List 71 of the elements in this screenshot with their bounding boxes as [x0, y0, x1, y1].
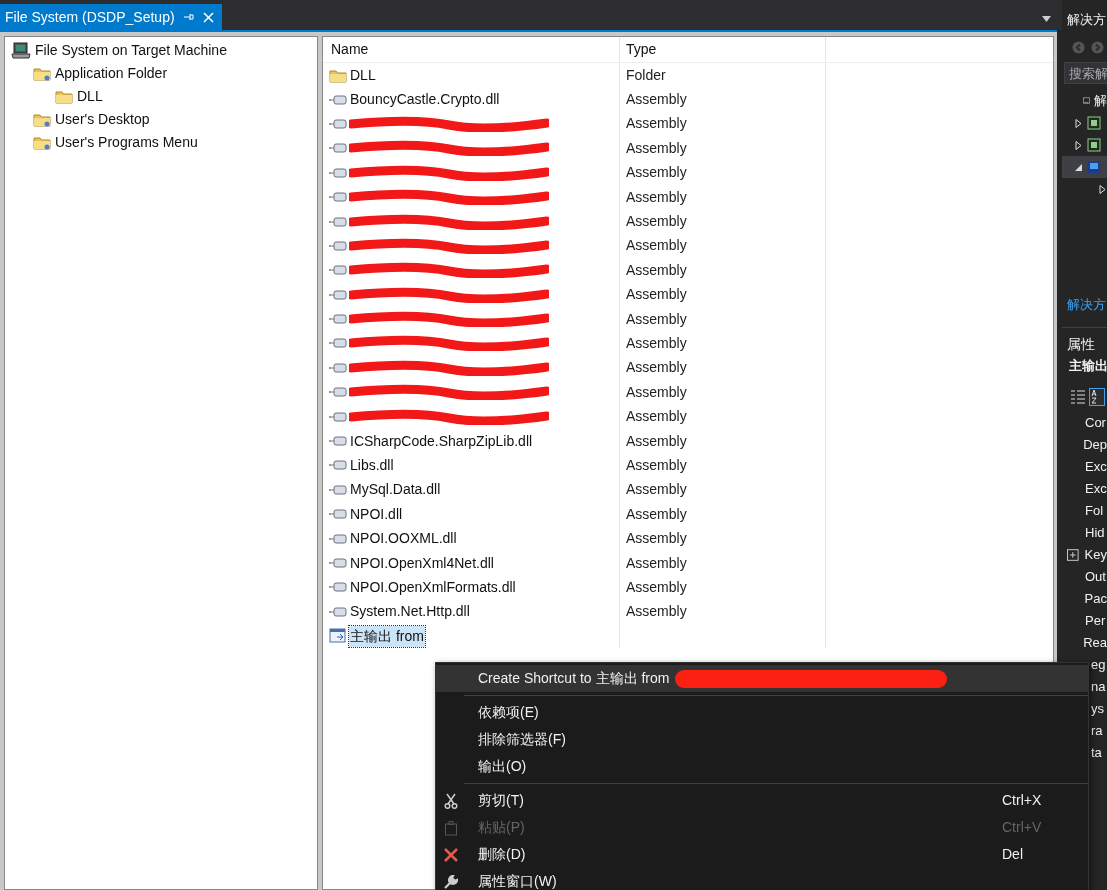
file-type: Assembly — [626, 407, 687, 427]
document-tab[interactable]: File System (DSDP_Setup) — [0, 4, 222, 30]
file-type: Assembly — [626, 602, 687, 622]
panel-title[interactable]: 属性 — [1062, 328, 1107, 356]
menu-item[interactable]: 剪切(T) Ctrl+X — [436, 787, 1088, 814]
property-name: ys — [1090, 700, 1104, 719]
property-name: Exc — [1084, 480, 1107, 499]
property-name: na — [1090, 678, 1106, 697]
property-name: Rea — [1082, 634, 1107, 653]
property-name: Pac — [1083, 590, 1107, 609]
file-type: Assembly — [626, 236, 687, 256]
file-type: Assembly — [626, 529, 687, 549]
selected-object-label: 主输出 — [1068, 357, 1107, 375]
file-type: Assembly — [626, 504, 687, 524]
file-type: Assembly — [626, 309, 687, 329]
panel-title[interactable]: 解决方 — [1062, 0, 1107, 32]
file-type: Assembly — [626, 553, 687, 573]
solution-item[interactable]: 解 — [1062, 90, 1107, 112]
property-name: Dep — [1082, 436, 1107, 455]
menu-item[interactable]: 输出(O) — [436, 753, 1088, 780]
tree-item[interactable]: Application Folder — [55, 63, 168, 84]
file-type: Assembly — [626, 577, 687, 597]
file-name[interactable]: Libs.dll — [349, 454, 395, 476]
tree-item[interactable]: File System on Target Machine — [35, 40, 227, 61]
menu-item[interactable]: 排除筛选器(F) — [436, 726, 1088, 753]
file-name[interactable]: System.Net.Http.dll — [349, 601, 471, 623]
menu-item[interactable]: 删除(D) Del — [436, 841, 1088, 868]
tree-item[interactable]: User's Programs Menu — [55, 132, 198, 153]
tree-item[interactable]: DLL — [77, 86, 103, 107]
search-field[interactable]: 搜索解 — [1064, 62, 1107, 84]
file-type: Assembly — [626, 187, 687, 207]
file-type: Folder — [626, 65, 666, 85]
file-type: Assembly — [626, 90, 687, 110]
file-type: Assembly — [626, 455, 687, 475]
menu-item[interactable]: Create Shortcut to 主输出 from — [436, 665, 1088, 692]
property-name: Exc — [1084, 458, 1107, 477]
property-name: Out — [1084, 568, 1106, 587]
file-type: Assembly — [626, 285, 687, 305]
file-type: Assembly — [626, 138, 687, 158]
file-type: Assembly — [626, 358, 687, 378]
menu-item[interactable]: 依赖项(E) — [436, 699, 1088, 726]
property-name: Per — [1084, 612, 1106, 631]
file-type: Assembly — [626, 114, 687, 134]
property-name: Hid — [1084, 524, 1105, 543]
file-name[interactable]: NPOI.OpenXmlFormats.dll — [349, 576, 517, 598]
file-type: Assembly — [626, 431, 687, 451]
tree-item[interactable]: User's Desktop — [55, 109, 150, 130]
file-type: Assembly — [626, 480, 687, 500]
property-name: Fol — [1084, 502, 1104, 521]
panel-tab[interactable]: 解决方 — [1062, 295, 1107, 321]
property-name: ta — [1090, 744, 1102, 763]
file-name[interactable]: DLL — [349, 64, 377, 86]
property-name: ra — [1090, 722, 1103, 741]
property-name: Cor — [1084, 414, 1106, 433]
file-name[interactable]: MySql.Data.dll — [349, 479, 442, 501]
property-name: Key — [1083, 546, 1107, 565]
property-name: eg — [1090, 656, 1106, 675]
file-name[interactable]: NPOI.dll — [349, 503, 404, 525]
file-type: Assembly — [626, 260, 687, 280]
menu-item[interactable]: 属性窗口(W) — [436, 868, 1088, 890]
file-type: Assembly — [626, 212, 687, 232]
file-name[interactable]: NPOI.OpenXml4Net.dll — [349, 552, 495, 574]
file-type: Assembly — [626, 382, 687, 402]
file-name[interactable]: 主输出 from — [349, 625, 425, 647]
file-name[interactable]: NPOI.OOXML.dll — [349, 528, 458, 550]
column-header[interactable]: Name — [323, 37, 620, 62]
file-type: Assembly — [626, 334, 687, 353]
file-name[interactable]: BouncyCastle.Crypto.dll — [349, 89, 501, 111]
file-name[interactable]: ICSharpCode.SharpZipLib.dll — [349, 430, 534, 452]
column-header[interactable]: Type — [620, 37, 826, 62]
file-type: Assembly — [626, 163, 687, 183]
